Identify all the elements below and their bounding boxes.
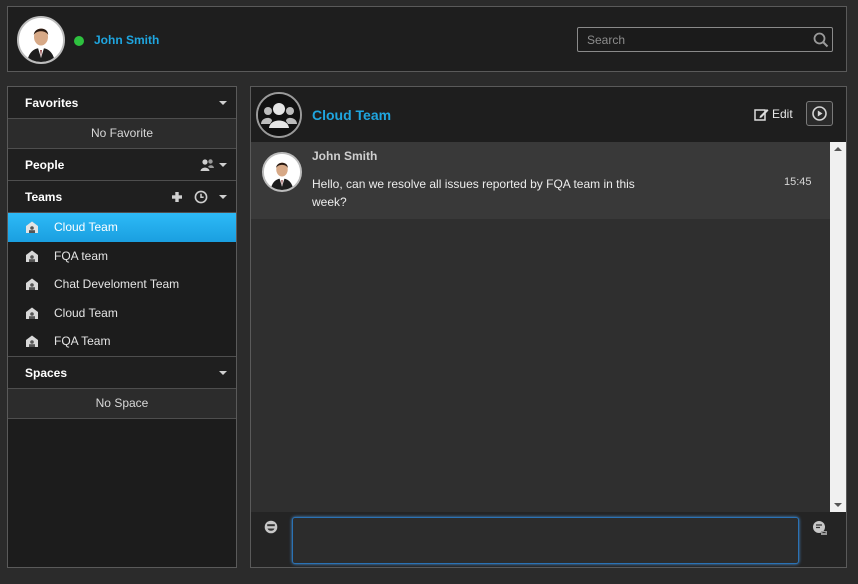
chevron-down-icon[interactable] — [219, 101, 227, 105]
team-list-item[interactable]: Cloud Team — [8, 213, 236, 242]
search-input[interactable] — [578, 28, 810, 51]
message-item: John Smith Hello, can we resolve all iss… — [251, 142, 830, 219]
people-title: People — [25, 158, 65, 172]
user-avatar[interactable] — [17, 16, 65, 64]
search-icon[interactable] — [812, 31, 830, 49]
message-input[interactable] — [292, 517, 799, 564]
team-icon — [26, 307, 38, 319]
chat-header: Cloud Team Edit — [251, 87, 846, 142]
team-name: Cloud Team — [54, 305, 118, 320]
team-name: Chat Develoment Team — [54, 277, 180, 292]
team-icon — [26, 221, 38, 233]
clock-icon[interactable] — [194, 190, 208, 204]
team-list-item[interactable]: Cloud Team — [8, 299, 236, 328]
add-contact-icon[interactable] — [200, 158, 214, 172]
emoji-icon[interactable] — [264, 520, 278, 534]
spaces-section-header[interactable]: Spaces — [8, 356, 236, 389]
call-button[interactable] — [806, 101, 833, 126]
chat-title: Cloud Team — [312, 107, 392, 123]
chevron-down-icon[interactable] — [219, 370, 227, 375]
message-scrollbar[interactable] — [830, 142, 846, 512]
message-list: John Smith Hello, can we resolve all iss… — [251, 142, 830, 512]
team-list: Cloud Team FQA team Chat Develoment Team — [8, 213, 236, 357]
teams-section-header[interactable]: Teams — [8, 181, 236, 213]
people-section-header[interactable]: People — [8, 149, 236, 181]
online-status-indicator — [74, 36, 84, 46]
team-icon — [26, 250, 38, 262]
spaces-title: Spaces — [25, 365, 68, 380]
team-icon — [26, 278, 38, 291]
chat-panel: Cloud Team Edit John Smith Hello, can we… — [250, 86, 847, 568]
teams-title: Teams — [25, 190, 63, 204]
search-field[interactable] — [577, 27, 833, 52]
favorites-empty-text: No Favorite — [8, 119, 236, 149]
sender-avatar[interactable] — [262, 152, 302, 192]
message-text: Hello, can we resolve all issues reporte… — [312, 177, 635, 209]
message-composer — [251, 512, 846, 567]
team-name: Cloud Team — [54, 220, 118, 234]
spaces-empty-text: No Space — [8, 388, 236, 419]
chevron-down-icon[interactable] — [219, 195, 227, 199]
team-list-item[interactable]: FQA Team — [8, 327, 236, 356]
attach-file-icon[interactable] — [812, 520, 828, 536]
scroll-up-arrow-icon[interactable] — [834, 147, 842, 151]
message-sender: John Smith — [312, 149, 378, 163]
team-name: FQA Team — [54, 334, 111, 349]
team-list-item[interactable]: Chat Develoment Team — [8, 270, 236, 299]
edit-button[interactable]: Edit — [754, 104, 793, 124]
team-name: FQA team — [54, 248, 109, 263]
edit-label: Edit — [772, 107, 793, 121]
team-list-item[interactable]: FQA team — [8, 242, 236, 271]
chevron-down-icon[interactable] — [219, 163, 227, 167]
message-time: 15:45 — [784, 176, 812, 188]
favorites-title: Favorites — [25, 96, 79, 110]
edit-icon — [754, 108, 769, 121]
current-user-name[interactable]: John Smith — [94, 33, 159, 47]
play-icon — [812, 106, 827, 121]
add-team-icon[interactable] — [170, 190, 184, 204]
scroll-down-arrow-icon[interactable] — [834, 503, 842, 507]
favorites-section-header[interactable]: Favorites — [8, 87, 236, 119]
sidebar: Favorites No Favorite People Teams Cloud… — [7, 86, 237, 568]
team-icon — [26, 335, 38, 348]
team-avatar — [256, 92, 302, 138]
top-bar: John Smith — [7, 6, 847, 72]
